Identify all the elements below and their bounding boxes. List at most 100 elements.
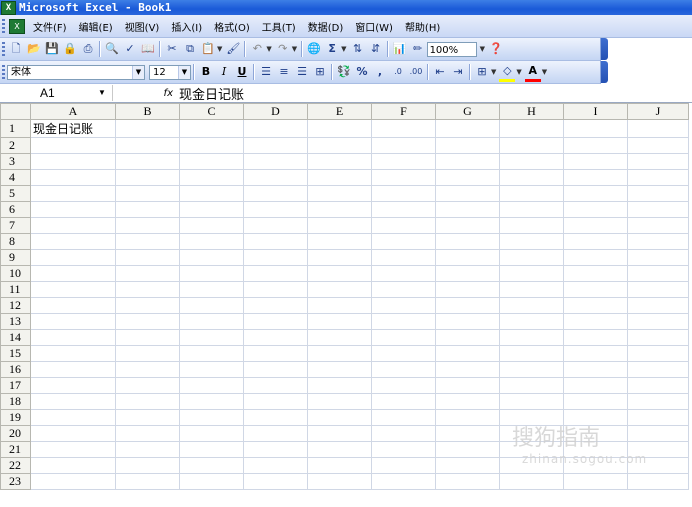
cell-b4[interactable]: [115, 169, 180, 186]
cell-f10[interactable]: [371, 265, 436, 282]
cell-i22[interactable]: [563, 457, 628, 474]
cell-b13[interactable]: [115, 313, 180, 330]
cell-c14[interactable]: [179, 329, 244, 346]
cell-c19[interactable]: [179, 409, 244, 426]
percent-icon[interactable]: %: [354, 64, 370, 80]
row-header[interactable]: 21: [0, 441, 31, 458]
cell-a3[interactable]: [30, 153, 116, 170]
chevron-down-icon[interactable]: ▼: [516, 68, 521, 76]
cell-b14[interactable]: [115, 329, 180, 346]
cell-a7[interactable]: [30, 217, 116, 234]
cell-j13[interactable]: [627, 313, 689, 330]
hyperlink-icon[interactable]: 🌐: [306, 41, 322, 57]
cell-h2[interactable]: [499, 137, 564, 154]
cell-i4[interactable]: [563, 169, 628, 186]
cell-e20[interactable]: [307, 425, 372, 442]
cell-e9[interactable]: [307, 249, 372, 266]
currency-icon[interactable]: 💱: [336, 64, 352, 80]
spelling-icon[interactable]: ✓: [122, 41, 138, 57]
research-icon[interactable]: 📖: [140, 41, 156, 57]
cell-i2[interactable]: [563, 137, 628, 154]
cell-a20[interactable]: [30, 425, 116, 442]
cell-g15[interactable]: [435, 345, 500, 362]
cell-g19[interactable]: [435, 409, 500, 426]
cell-g4[interactable]: [435, 169, 500, 186]
cell-a22[interactable]: [30, 457, 116, 474]
borders-icon[interactable]: ⊞: [474, 64, 490, 80]
column-header-c[interactable]: C: [179, 103, 244, 120]
cell-g6[interactable]: [435, 201, 500, 218]
cell-j4[interactable]: [627, 169, 689, 186]
zoom-combo[interactable]: 100%: [426, 41, 477, 57]
cell-d16[interactable]: [243, 361, 308, 378]
redo-icon[interactable]: ↷: [275, 41, 291, 57]
cell-g10[interactable]: [435, 265, 500, 282]
cell-h5[interactable]: [499, 185, 564, 202]
cell-a6[interactable]: [30, 201, 116, 218]
cell-b19[interactable]: [115, 409, 180, 426]
cell-c2[interactable]: [179, 137, 244, 154]
cell-c11[interactable]: [179, 281, 244, 298]
cell-i9[interactable]: [563, 249, 628, 266]
sort-descending-icon[interactable]: ⇵: [368, 41, 384, 57]
cell-e21[interactable]: [307, 441, 372, 458]
cell-f22[interactable]: [371, 457, 436, 474]
cell-c13[interactable]: [179, 313, 244, 330]
cell-d14[interactable]: [243, 329, 308, 346]
cell-c4[interactable]: [179, 169, 244, 186]
new-icon[interactable]: 🗋: [8, 41, 24, 57]
cell-h3[interactable]: [499, 153, 564, 170]
cell-c21[interactable]: [179, 441, 244, 458]
cell-c15[interactable]: [179, 345, 244, 362]
cell-d23[interactable]: [243, 473, 308, 490]
cell-e3[interactable]: [307, 153, 372, 170]
menu-window[interactable]: 窗口(W): [351, 19, 401, 34]
cell-g5[interactable]: [435, 185, 500, 202]
decrease-decimal-icon[interactable]: .00: [408, 64, 424, 80]
cell-f1[interactable]: [371, 119, 436, 138]
cell-f4[interactable]: [371, 169, 436, 186]
toolbar-options-icon[interactable]: [601, 61, 608, 83]
align-center-icon[interactable]: ≡: [276, 64, 292, 80]
cell-i1[interactable]: [563, 119, 628, 138]
cell-d20[interactable]: [243, 425, 308, 442]
cell-i18[interactable]: [563, 393, 628, 410]
cell-g22[interactable]: [435, 457, 500, 474]
cell-h21[interactable]: [499, 441, 564, 458]
align-right-icon[interactable]: ☰: [294, 64, 310, 80]
menu-view[interactable]: 视图(V): [121, 19, 168, 34]
row-header[interactable]: 14: [0, 329, 31, 346]
cell-b16[interactable]: [115, 361, 180, 378]
cell-e10[interactable]: [307, 265, 372, 282]
cell-f9[interactable]: [371, 249, 436, 266]
cell-i12[interactable]: [563, 297, 628, 314]
cell-i8[interactable]: [563, 233, 628, 250]
cell-f19[interactable]: [371, 409, 436, 426]
row-header[interactable]: 19: [0, 409, 31, 426]
row-header[interactable]: 20: [0, 425, 31, 442]
row-header[interactable]: 1: [0, 119, 31, 138]
cell-h14[interactable]: [499, 329, 564, 346]
cell-c10[interactable]: [179, 265, 244, 282]
cell-j1[interactable]: [627, 119, 689, 138]
cell-g14[interactable]: [435, 329, 500, 346]
formula-input[interactable]: 现金日记账: [179, 84, 244, 103]
chevron-down-icon[interactable]: ▼: [292, 45, 297, 53]
cell-j5[interactable]: [627, 185, 689, 202]
increase-indent-icon[interactable]: ⇥: [450, 64, 466, 80]
row-header[interactable]: 22: [0, 457, 31, 474]
cell-b7[interactable]: [115, 217, 180, 234]
cell-g13[interactable]: [435, 313, 500, 330]
column-header-e[interactable]: E: [307, 103, 372, 120]
cell-b9[interactable]: [115, 249, 180, 266]
row-header[interactable]: 8: [0, 233, 31, 250]
cell-j6[interactable]: [627, 201, 689, 218]
cell-d4[interactable]: [243, 169, 308, 186]
row-header[interactable]: 6: [0, 201, 31, 218]
cell-g17[interactable]: [435, 377, 500, 394]
cell-c3[interactable]: [179, 153, 244, 170]
cell-i6[interactable]: [563, 201, 628, 218]
cell-a16[interactable]: [30, 361, 116, 378]
cell-h16[interactable]: [499, 361, 564, 378]
cell-j23[interactable]: [627, 473, 689, 490]
